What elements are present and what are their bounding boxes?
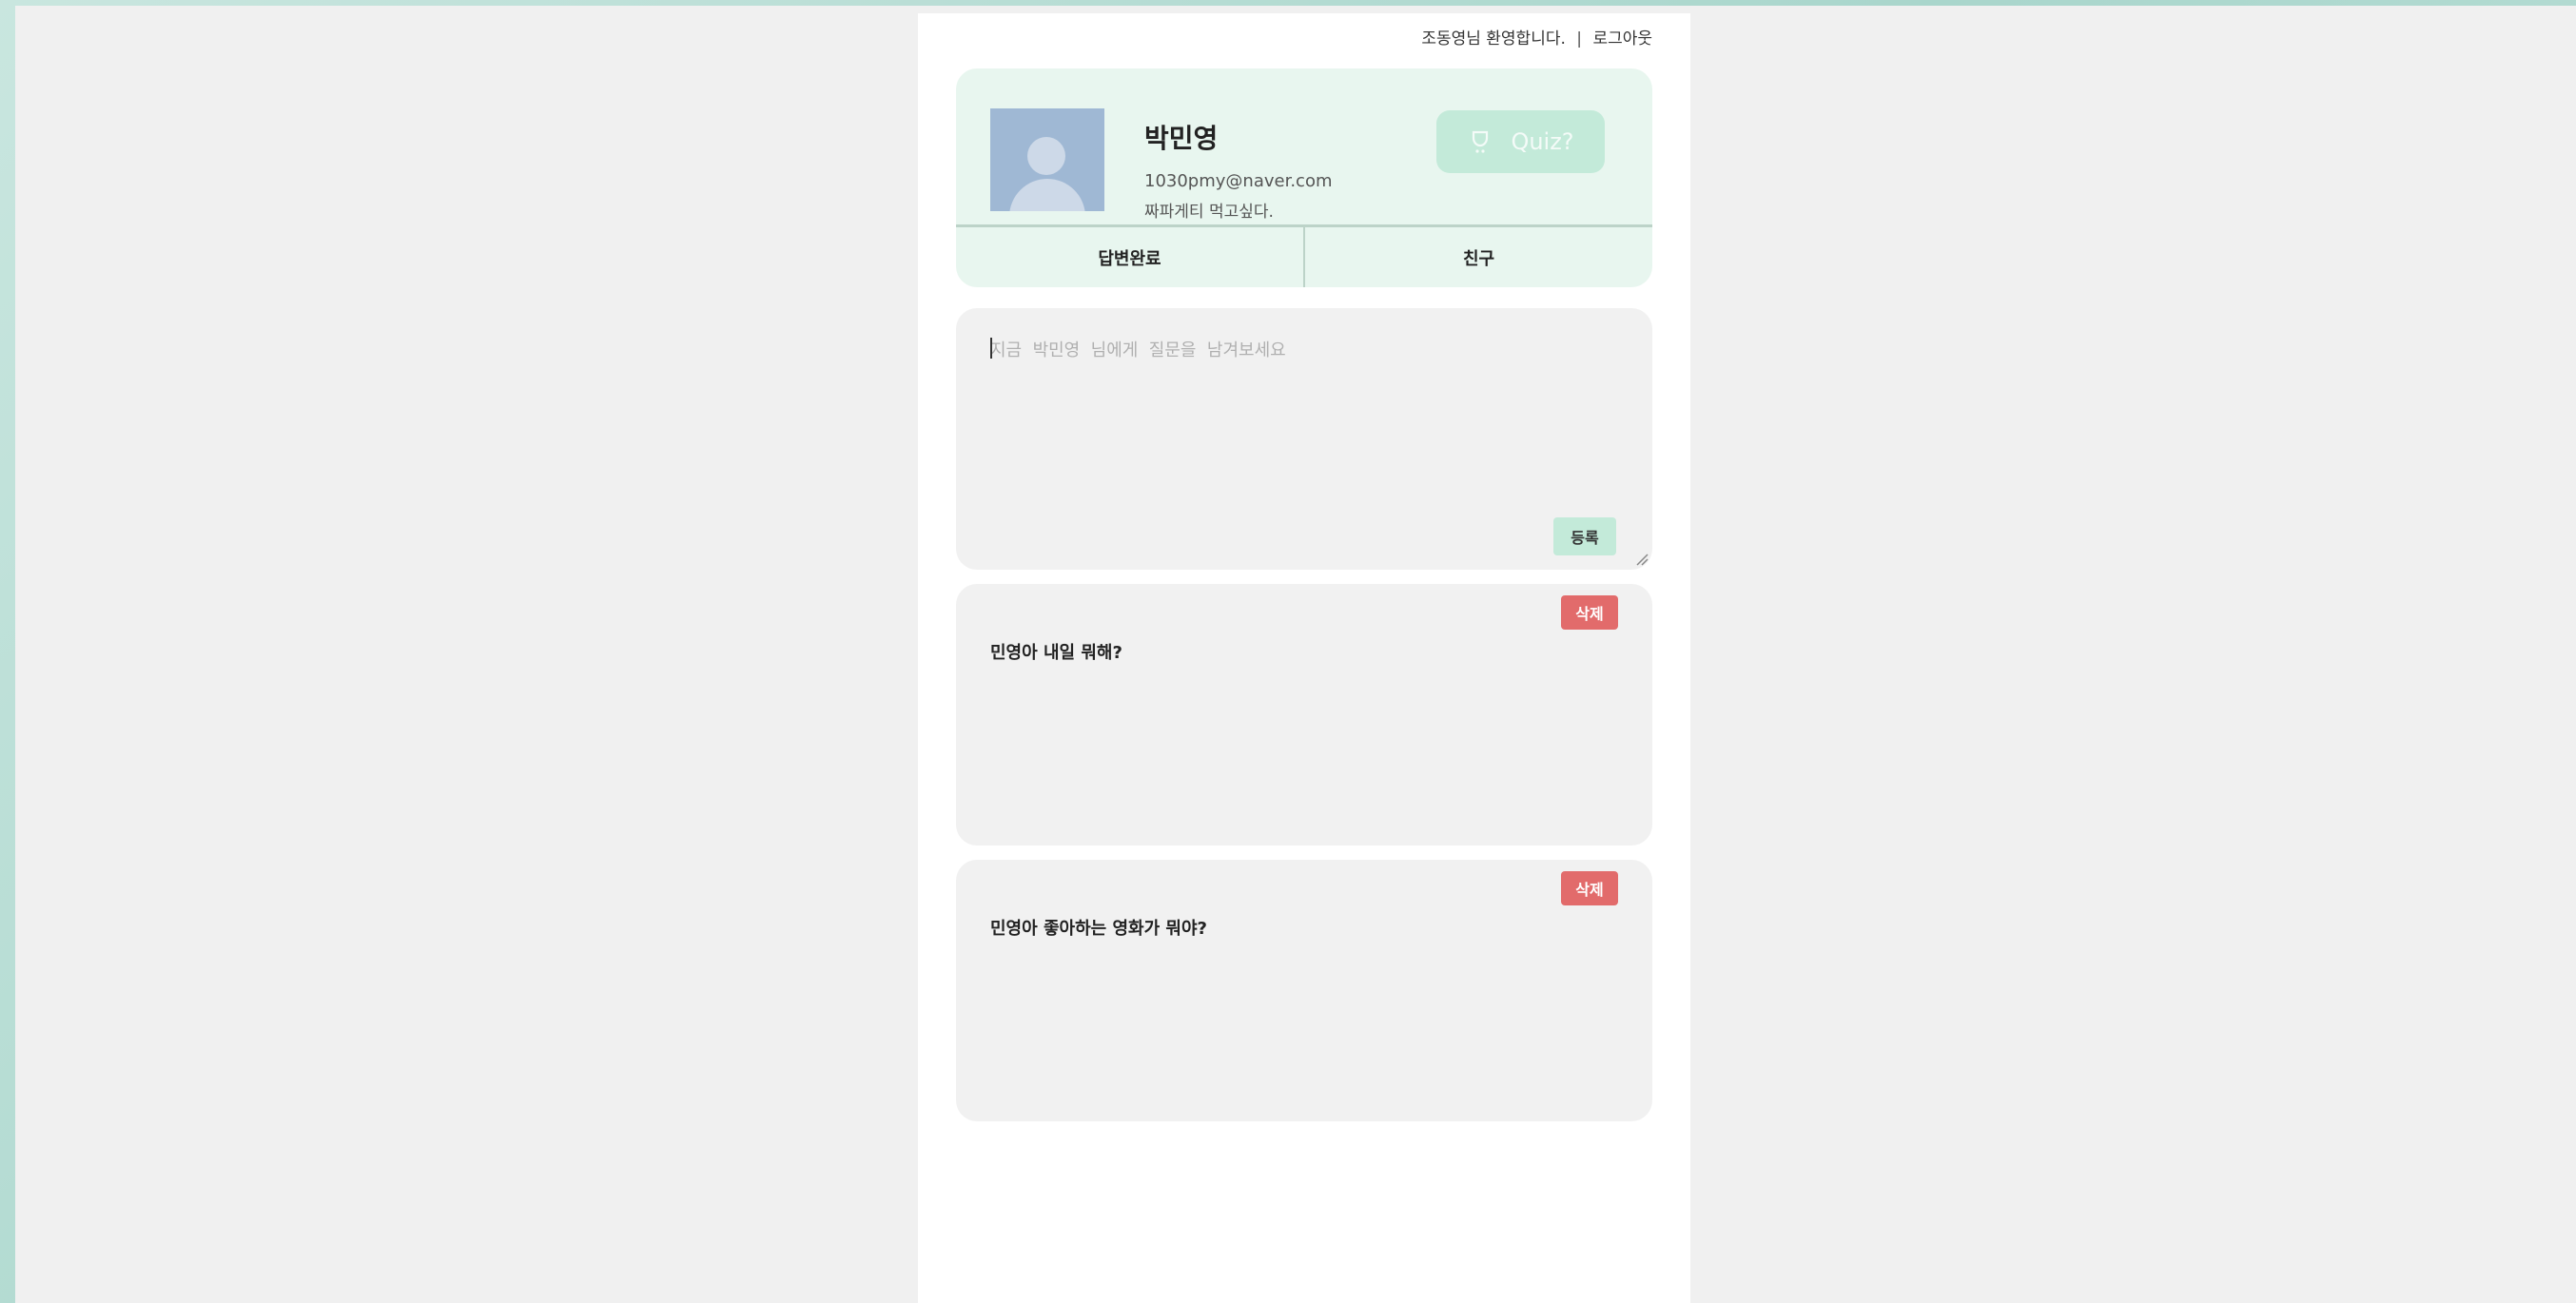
question-text[interactable]: 민영아 내일 뭐해?: [990, 639, 1122, 664]
question-input[interactable]: [956, 308, 1652, 570]
delete-button[interactable]: 삭제: [1561, 595, 1618, 630]
tab-answered[interactable]: 답변완료: [956, 227, 1303, 287]
tab-friends[interactable]: 친구: [1303, 227, 1652, 287]
trophy-icon: [1473, 130, 1489, 153]
delete-button[interactable]: 삭제: [1561, 871, 1618, 905]
text-caret: [990, 338, 992, 359]
resize-grip-icon[interactable]: [1635, 553, 1649, 566]
profile-name: 박민영: [1144, 123, 1219, 154]
quiz-label: Quiz?: [1511, 128, 1574, 155]
question-text[interactable]: 민영아 좋아하는 영화가 뭐야?: [990, 915, 1207, 940]
profile-email: 1030pmy@naver.com: [1144, 171, 1333, 191]
top-bar-separator: |: [1576, 29, 1583, 49]
question-form: 등록: [956, 308, 1652, 570]
quiz-button[interactable]: Quiz?: [1436, 110, 1605, 173]
profile-bio: 짜파게티 먹고싶다.: [1144, 203, 1274, 222]
profile-card: 박민영 1030pmy@naver.com 짜파게티 먹고싶다. Quiz? 답…: [956, 68, 1652, 287]
profile-tabs: 답변완료 친구: [956, 224, 1652, 287]
user-silhouette-icon: [1027, 137, 1065, 175]
welcome-text: 조동영님 환영합니다.: [1421, 29, 1566, 49]
logout-link[interactable]: 로그아웃: [1592, 29, 1652, 49]
submit-button[interactable]: 등록: [1553, 517, 1616, 555]
avatar: [990, 108, 1104, 211]
question-card: 삭제 민영아 내일 뭐해?: [956, 584, 1652, 846]
main-page: 조동영님 환영합니다. | 로그아웃 박민영 1030pmy@naver.com…: [918, 13, 1690, 1303]
top-bar: 조동영님 환영합니다. | 로그아웃: [1421, 25, 1652, 49]
question-card: 삭제 민영아 좋아하는 영화가 뭐야?: [956, 860, 1652, 1121]
